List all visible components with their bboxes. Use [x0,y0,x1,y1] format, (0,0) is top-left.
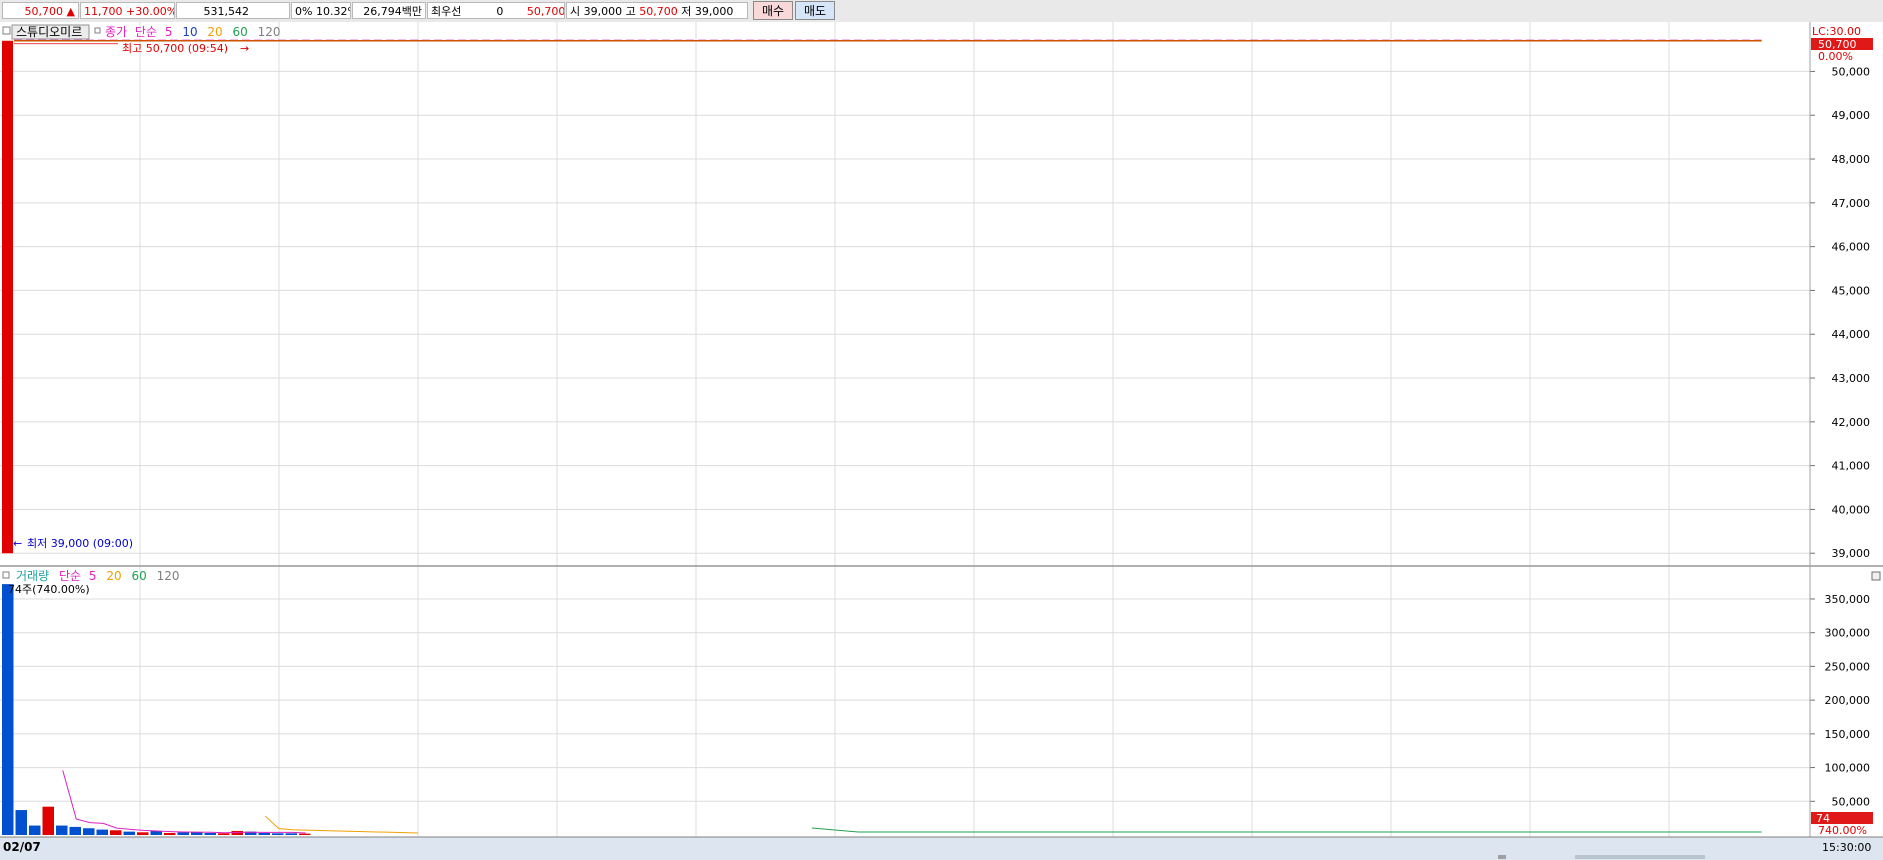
amount-value: 26,794백만 [363,5,422,18]
ma60-label: 60 [233,25,248,39]
price-legend-icon [94,27,101,34]
volume-bar-16 [218,833,230,835]
turnover-cell: 0% 10.32% [291,2,351,19]
current-price-value: 50,700 [24,5,64,18]
end-time-label: 15:30:00 [1822,841,1871,854]
price-change: 11,700 +30.00% [80,2,175,19]
low-arrow-icon: ← [13,537,22,550]
change-rate: +30.00% [126,5,175,18]
turnover-rate: 10.32% [315,5,350,18]
volume-bar-8 [110,830,122,835]
high-label: 고 [625,5,636,18]
ma120-label: 120 [258,25,281,39]
price-ytick-label-3: 42,000 [1832,416,1871,429]
volume-bar-19 [258,832,270,835]
volume-bar-22 [299,833,311,835]
volume-ytick-label-0: 50,000 [1832,795,1871,808]
price-ytick-label-9: 48,000 [1832,153,1871,166]
volume-bar-1 [15,810,27,835]
volume-bar-5 [69,826,81,835]
sell-button[interactable]: 매도 [795,1,835,20]
volume-bar-21 [285,833,297,835]
volume-panel-toggle-icon[interactable] [2,571,10,579]
price-legend-type: 단순 [135,25,157,39]
high-value: 50,700 [639,5,678,18]
volume-value: 531,542 [203,5,250,18]
vma20-label: 20 [106,569,121,583]
current-price: 50,700 ▲ [2,2,79,19]
open-label: 시 [570,5,581,18]
priority-label: 최우선 [431,5,462,18]
price-ytick-label-8: 47,000 [1832,197,1871,210]
price-ytick-label-2: 41,000 [1832,460,1871,473]
volume-panel-close-icon[interactable] [1871,571,1881,581]
price-ytick-label-1: 40,000 [1832,503,1871,516]
priority-price: 50,700 [526,5,565,18]
volume-header-note: 74주(740.00%) [8,583,90,596]
time-scrollbar[interactable] [1575,855,1705,859]
volume-cell: 531,542 [176,2,290,19]
volume-ytick-label-1: 100,000 [1825,762,1871,775]
turnover-value: 0% [295,5,313,18]
priority-qty: 0 [496,5,504,18]
volume-legend-label: 거래량 [16,569,49,583]
change-value: 11,700 [84,5,123,18]
date-label: 02/07 [3,840,41,854]
up-arrow-icon: ▲ [66,5,75,18]
volume-ytick-label-4: 250,000 [1825,660,1871,673]
high-annotation: 최고 50,700 (09:54) [122,42,228,55]
high-arrow-icon: → [240,42,249,55]
price-ytick-label-7: 46,000 [1832,241,1871,254]
low-value: 39,000 [694,5,734,18]
volume-bar-12 [164,832,176,835]
first-candle [2,40,13,554]
stock-chart: 39,000 40,000 41,000 42,000 43,000 44,000 45,0… [0,22,1883,860]
volume-ytick-label-3: 200,000 [1825,694,1871,707]
volume-ytick-label-5: 300,000 [1825,627,1871,640]
amount-cell: 26,794백만 [352,2,426,19]
volume-bar-3 [42,806,54,835]
volume-bar-4 [56,825,68,835]
price-ytick-label-6: 45,000 [1832,284,1871,297]
vma5-label: 5 [89,569,97,583]
vma60-label: 60 [131,569,146,583]
price-panel-toggle-icon[interactable] [2,26,11,35]
ma5-label: 5 [165,25,173,39]
low-label: 저 [681,5,692,18]
volume-bar-10 [137,832,149,835]
ma20-label: 20 [207,25,222,39]
volume-bar-15 [204,832,216,835]
volume-ytick-label-2: 150,000 [1825,728,1871,741]
volume-bar-6 [83,828,95,835]
price-ytick-label-11: 50,000 [1832,65,1871,78]
price-ytick-label-0: 39,000 [1832,547,1871,560]
volume-ytick-label-6: 350,000 [1825,593,1871,606]
low-annotation: 최저 39,000 (09:00) [27,537,133,550]
scroll-handle-icon[interactable] [1498,855,1506,859]
stock-name: 스튜디오미르 [16,25,82,39]
open-value: 39,000 [583,5,623,18]
ohl-cell: 시 39,000 고 50,700 저 39,000 [566,2,748,19]
volume-tag-pct: 740.00% [1818,824,1867,837]
price-ytick-label-5: 44,000 [1832,328,1871,341]
volume-bar-0 [2,584,14,835]
priority-cell: 최우선 0 50,700 [427,2,565,19]
volume-bar-14 [191,832,203,835]
ma10-label: 10 [182,25,197,39]
volume-bar-20 [272,833,284,835]
price-ytick-label-10: 49,000 [1832,109,1871,122]
quote-bar: 50,700 ▲ 11,700 +30.00% 531,542 0% 10.32… [0,0,1883,23]
price-legend-label: 종가 [105,25,127,39]
volume-legend-type: 단순 [59,569,81,583]
limit-label: LC:30.00 [1812,25,1861,38]
volume-bar-7 [96,829,108,835]
volume-bar-9 [123,831,135,835]
volume-bar-13 [177,832,189,835]
buy-button[interactable]: 매수 [753,1,793,20]
price-tag-pct: 0.00% [1818,50,1853,63]
price-ytick-label-4: 43,000 [1832,372,1871,385]
vma120-label: 120 [157,569,180,583]
volume-bar-2 [29,825,41,835]
